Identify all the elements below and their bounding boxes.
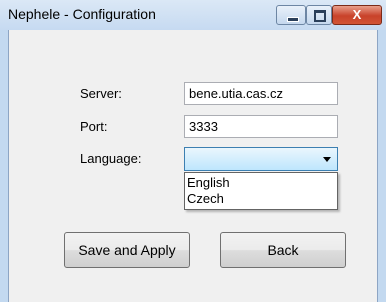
title-bar[interactable]: Nephele - Configuration X — [0, 0, 386, 30]
minimize-icon — [287, 17, 299, 22]
language-select[interactable] — [184, 147, 338, 171]
back-button[interactable]: Back — [220, 232, 346, 268]
port-input[interactable]: 3333 — [184, 115, 338, 138]
language-label: Language: — [80, 151, 142, 166]
language-option-english[interactable]: English — [187, 175, 230, 191]
close-button[interactable]: X — [332, 5, 382, 25]
server-input[interactable]: bene.utia.cas.cz — [184, 82, 338, 105]
server-label: Server: — [80, 86, 122, 101]
window-title: Nephele - Configuration — [8, 6, 156, 22]
chevron-down-icon[interactable] — [323, 157, 331, 162]
language-option-czech[interactable]: Czech — [187, 191, 224, 207]
close-icon: X — [352, 7, 362, 22]
save-and-apply-button[interactable]: Save and Apply — [64, 232, 190, 268]
config-window: Nephele - Configuration X Server: bene.u… — [0, 0, 386, 302]
minimize-button[interactable] — [276, 5, 306, 25]
language-dropdown-list: English Czech — [184, 172, 338, 210]
port-label: Port: — [80, 119, 108, 134]
maximize-icon — [314, 10, 326, 22]
maximize-button[interactable] — [306, 5, 332, 25]
